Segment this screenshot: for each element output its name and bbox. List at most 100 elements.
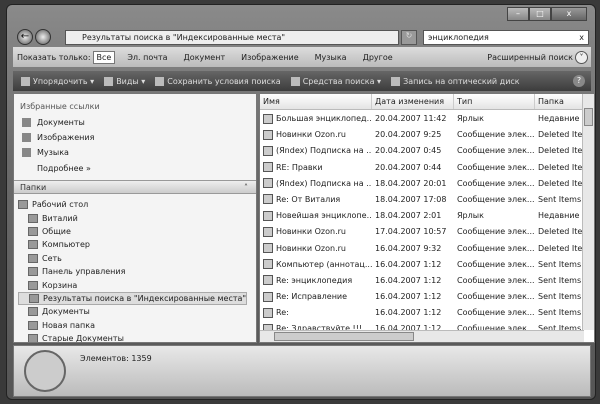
table-row[interactable]: Re: От Виталия18.04.2007 17:08Сообщение … — [260, 192, 584, 208]
column-name[interactable]: Имя — [260, 94, 372, 109]
recycle-bin-icon — [28, 281, 38, 290]
filter-email[interactable]: Эл. почта — [119, 53, 175, 62]
cell-date: 20.04.2007 11:42 — [372, 111, 454, 127]
table-row[interactable]: Большая энциклопед...20.04.2007 11:42Ярл… — [260, 111, 584, 127]
horizontal-scrollbar[interactable] — [260, 330, 584, 342]
filter-document[interactable]: Документ — [176, 53, 234, 62]
table-row[interactable]: Re: энциклопедия16.04.2007 1:12Сообщение… — [260, 273, 584, 289]
favorites-more-link[interactable]: Подробнее » — [37, 164, 91, 173]
folder-item-selected[interactable]: Результаты поиска в "Индексированные мес… — [18, 292, 247, 305]
save-search-button[interactable]: Сохранить условия поиска — [155, 77, 280, 86]
cell-folder: Deleted Items — [535, 160, 584, 176]
refresh-button[interactable]: ↻ — [401, 30, 417, 45]
cell-name: Re: энциклопедия — [260, 273, 372, 289]
email-icon — [263, 308, 273, 318]
table-row[interactable]: (Яndex) Подписка на ...20.04.2007 0:45Со… — [260, 143, 584, 159]
cell-name: Компьютер (аннотац... — [260, 257, 372, 273]
cell-type: Сообщение элек... — [454, 241, 535, 257]
table-row[interactable]: Компьютер (аннотац...16.04.2007 1:12Сооб… — [260, 257, 584, 273]
cell-type: Сообщение элек... — [454, 224, 535, 240]
column-folder[interactable]: Папка — [535, 94, 584, 109]
scroll-thumb[interactable] — [584, 108, 593, 126]
vertical-scrollbar[interactable] — [582, 94, 594, 330]
table-row[interactable]: Новинки Ozon.ru20.04.2007 9:25Сообщение … — [260, 127, 584, 143]
folder-icon — [28, 227, 38, 236]
advanced-search-link[interactable]: Расширенный поиск — [479, 53, 575, 62]
network-icon — [28, 254, 38, 263]
back-button[interactable]: ← — [17, 29, 33, 45]
favorite-documents[interactable]: Документы — [22, 118, 85, 127]
forward-button[interactable] — [35, 29, 51, 45]
folder-item[interactable]: Виталий — [18, 211, 247, 224]
folder-item[interactable]: Панель управления — [18, 265, 247, 278]
cell-folder: Deleted Items — [535, 241, 584, 257]
folder-item[interactable]: Компьютер — [18, 238, 247, 251]
email-icon — [263, 227, 273, 237]
cell-type: Сообщение элек... — [454, 192, 535, 208]
file-list: Имя Дата изменения Тип Папка Большая энц… — [259, 93, 595, 343]
folders-header[interactable]: Папки˄ — [14, 180, 256, 194]
address-bar[interactable]: Результаты поиска в "Индексированные мес… — [65, 30, 399, 45]
chevron-down-icon[interactable]: ˅ — [575, 51, 588, 64]
filter-other[interactable]: Другое — [355, 53, 401, 62]
table-row[interactable]: Новинки Ozon.ru16.04.2007 9:32Сообщение … — [260, 241, 584, 257]
scroll-thumb[interactable] — [274, 332, 414, 341]
table-row[interactable]: (Яndex) Подписка на ...18.04.2007 20:01С… — [260, 176, 584, 192]
filter-all[interactable]: Все — [93, 51, 116, 64]
search-input[interactable]: энциклопедия x — [423, 30, 589, 45]
search-magnifier-icon — [24, 350, 66, 392]
table-row[interactable]: Re: Исправление16.04.2007 1:12Сообщение … — [260, 289, 584, 305]
organize-icon — [21, 77, 30, 86]
cell-name: Новинки Ozon.ru — [260, 241, 372, 257]
cell-type: Сообщение элек... — [454, 257, 535, 273]
cell-date: 20.04.2007 0:44 — [372, 160, 454, 176]
favorite-music[interactable]: Музыка — [22, 148, 69, 157]
favorite-images[interactable]: Изображения — [22, 133, 94, 142]
maximize-button[interactable]: □ — [529, 7, 551, 21]
filter-music[interactable]: Музыка — [307, 53, 355, 62]
organize-button[interactable]: Упорядочить ▾ — [21, 77, 94, 86]
column-date[interactable]: Дата изменения — [372, 94, 454, 109]
shortcut-icon — [263, 114, 273, 124]
table-row[interactable]: Re:16.04.2007 1:12Сообщение элек...Sent … — [260, 305, 584, 321]
cell-name: Большая энциклопед... — [260, 111, 372, 127]
file-rows: Большая энциклопед...20.04.2007 11:42Ярл… — [260, 111, 584, 343]
table-row[interactable]: Новейшая энциклопе...18.04.2007 2:01Ярлы… — [260, 208, 584, 224]
cell-name: Re: От Виталия — [260, 192, 372, 208]
help-button[interactable]: ? — [573, 75, 585, 87]
folder-item[interactable]: Сеть — [18, 252, 247, 265]
images-icon — [22, 133, 31, 142]
folder-item[interactable]: Корзина — [18, 278, 247, 291]
folder-item[interactable]: Общие — [18, 225, 247, 238]
cell-date: 16.04.2007 1:12 — [372, 257, 454, 273]
clear-search-button[interactable]: x — [579, 31, 584, 44]
search-value: энциклопедия — [428, 33, 489, 42]
folder-tree: Рабочий стол Виталий Общие Компьютер Сет… — [18, 198, 247, 343]
cell-name: Новейшая энциклопе... — [260, 208, 372, 224]
cell-folder: Sent Items — [535, 305, 584, 321]
documents-icon — [22, 118, 31, 127]
filter-image[interactable]: Изображение — [233, 53, 307, 62]
navigation-pane: Избранные ссылки Документы Изображения М… — [13, 93, 257, 343]
folder-item[interactable]: Новая папка — [18, 319, 247, 332]
views-button[interactable]: Виды ▾ — [104, 77, 145, 86]
search-folder-icon — [29, 294, 39, 303]
search-tools-button[interactable]: Средства поиска ▾ — [291, 77, 381, 86]
music-icon — [22, 148, 31, 157]
cell-folder: Deleted Items — [535, 176, 584, 192]
cell-folder: Deleted Items — [535, 127, 584, 143]
column-type[interactable]: Тип — [454, 94, 535, 109]
favorites-title: Избранные ссылки — [20, 102, 100, 111]
close-button[interactable]: x — [551, 7, 587, 21]
item-count: Элементов: 1359 — [80, 354, 152, 363]
burn-button[interactable]: Запись на оптический диск — [391, 77, 520, 86]
folder-item[interactable]: Документы — [18, 305, 247, 318]
folder-desktop[interactable]: Рабочий стол — [18, 198, 247, 211]
folder-item[interactable]: Старые Документы — [18, 332, 247, 343]
control-panel-icon — [28, 267, 38, 276]
folder-icon — [28, 334, 38, 343]
table-row[interactable]: RE: Правки20.04.2007 0:44Сообщение элек.… — [260, 160, 584, 176]
minimize-button[interactable]: – — [507, 7, 529, 21]
table-row[interactable]: Новинки Ozon.ru17.04.2007 10:57Сообщение… — [260, 224, 584, 240]
cell-date: 16.04.2007 1:12 — [372, 273, 454, 289]
